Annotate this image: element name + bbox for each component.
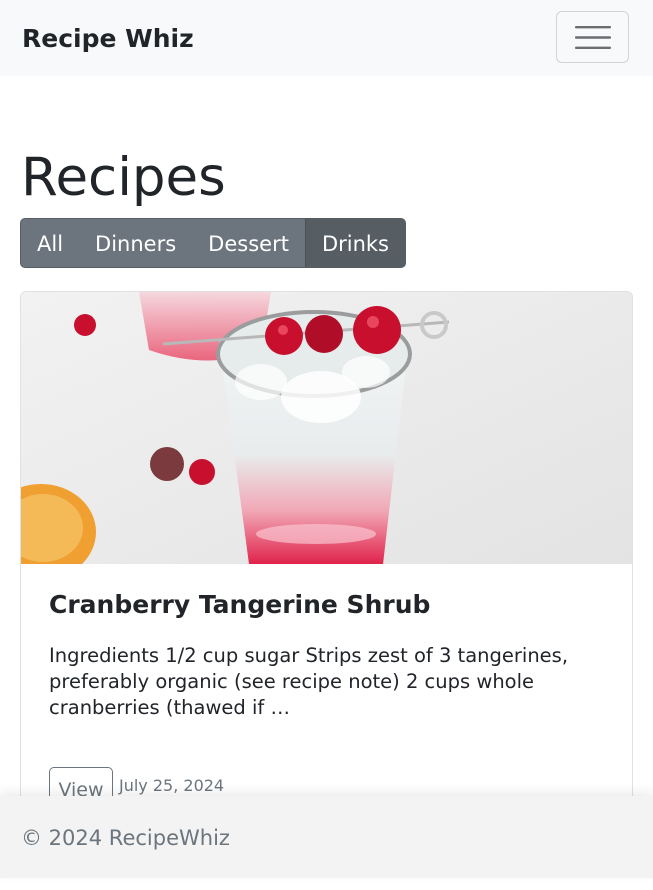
recipe-date: July 25, 2024 xyxy=(119,776,225,795)
footer: © 2024 RecipeWhiz xyxy=(0,796,653,878)
navbar-toggler-button[interactable] xyxy=(556,11,629,63)
recipe-image[interactable] xyxy=(21,292,632,564)
category-filter-group: All Dinners Dessert Drinks xyxy=(20,218,406,268)
page-title: Recipes xyxy=(21,147,226,208)
hamburger-menu-icon xyxy=(575,26,611,49)
recipe-excerpt: Ingredients 1/2 cup sugar Strips zest of… xyxy=(49,644,569,719)
recipe-card: Cranberry Tangerine Shrub Ingredients 1/… xyxy=(20,291,633,851)
filter-dessert-button[interactable]: Dessert xyxy=(192,219,305,267)
navbar: Recipe Whiz xyxy=(0,0,653,76)
filter-all-button[interactable]: All xyxy=(21,219,80,267)
brand-logo[interactable]: Recipe Whiz xyxy=(22,22,194,56)
recipe-photo xyxy=(21,292,632,564)
filter-dinners-button[interactable]: Dinners xyxy=(79,219,193,267)
footer-copyright: © 2024 RecipeWhiz xyxy=(21,826,230,850)
recipe-title: Cranberry Tangerine Shrub xyxy=(49,590,431,619)
filter-drinks-button[interactable]: Drinks xyxy=(304,219,405,267)
